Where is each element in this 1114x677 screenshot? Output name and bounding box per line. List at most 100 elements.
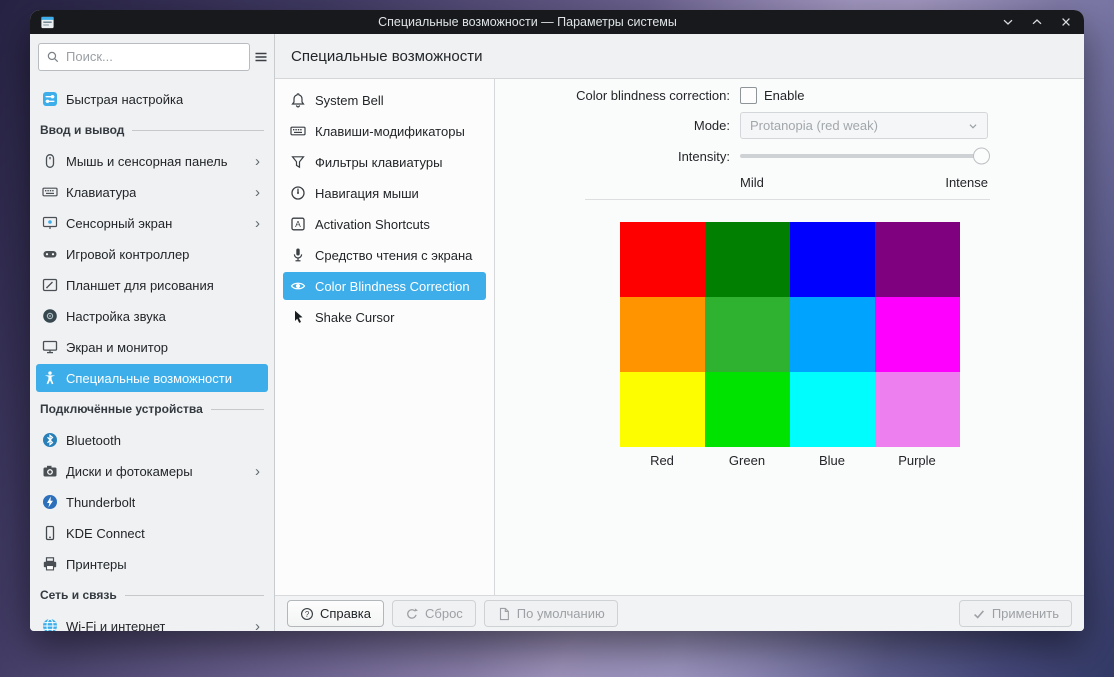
display-monitor-icon <box>42 339 58 355</box>
correction-label: Color blindness correction: <box>576 87 730 103</box>
page-title: Специальные возможности <box>275 34 1084 79</box>
sidebar-item-label: Диски и фотокамеры <box>66 463 193 479</box>
help-button[interactable]: ? Справка <box>287 600 384 627</box>
sidebar-item-label: Thunderbolt <box>66 494 136 510</box>
color-swatch <box>704 222 790 297</box>
wifi-internet-icon <box>42 618 58 631</box>
sidebar-item[interactable]: KDE Connect <box>36 519 268 547</box>
sidebar-item[interactable]: Принтеры <box>36 550 268 578</box>
search-box[interactable] <box>38 42 250 71</box>
camera-disks-icon <box>42 463 58 479</box>
sidebar-item[interactable]: Мышь и сенсорная панель › <box>36 147 268 175</box>
window-controls <box>1000 14 1074 30</box>
sidebar-item[interactable]: Bluetooth <box>36 426 268 454</box>
subnav-item[interactable]: System Bell <box>283 86 486 114</box>
sidebar-list: Быстрая настройка Ввод и вывод Мышь и сенс… <box>30 79 274 631</box>
sidebar-item-label: Быстрая настройка <box>66 91 184 107</box>
sidebar-item[interactable]: Wi-Fi и интернет › <box>36 612 268 631</box>
sidebar-section-label: Ввод и вывод <box>40 123 125 137</box>
sidebar-item[interactable]: Быстрая настройка <box>36 85 268 113</box>
window-minimize-icon[interactable] <box>1000 14 1016 30</box>
sidebar-item[interactable]: Планшет для рисования <box>36 271 268 299</box>
section-divider-line <box>124 594 264 596</box>
search-input[interactable] <box>66 49 242 64</box>
hamburger-menu-button[interactable] <box>253 43 269 71</box>
subnav-item-label: Навигация мыши <box>315 185 419 201</box>
mouse-icon <box>42 153 58 169</box>
color-swatch <box>874 297 960 372</box>
subnav-item[interactable]: Навигация мыши <box>283 179 486 207</box>
chevron-right-icon: › <box>255 183 260 201</box>
subnav-item[interactable]: Клавиши-модификаторы <box>283 117 486 145</box>
mode-select[interactable]: Protanopia (red weak) <box>740 112 988 139</box>
section-divider-line <box>132 129 264 131</box>
defaults-button-label: По умолчанию <box>516 606 605 621</box>
color-swatch <box>619 297 705 372</box>
sidebar-item[interactable]: Экран и монитор <box>36 333 268 361</box>
sidebar-item[interactable]: Сенсорный экран › <box>36 209 268 237</box>
intensity-slider[interactable] <box>740 146 990 166</box>
sidebar-item-label: Экран и монитор <box>66 339 169 355</box>
color-swatch <box>619 372 705 447</box>
sidebar-item[interactable]: Диски и фотокамеры › <box>36 457 268 485</box>
sidebar-item-label: Принтеры <box>66 556 127 572</box>
apply-button[interactable]: Применить <box>958 600 1072 627</box>
intensity-scale-labels: Mild Intense <box>740 173 988 191</box>
sidebar-item[interactable]: Настройка звука <box>36 302 268 330</box>
subnav-item-label: Фильтры клавиатуры <box>315 154 443 170</box>
reset-icon <box>405 607 419 621</box>
sidebar-item[interactable]: Клавиатура › <box>36 178 268 206</box>
color-swatch <box>874 372 960 447</box>
sidebar-item-label: Сенсорный экран <box>66 215 173 231</box>
separator-line <box>585 199 990 200</box>
search-icon <box>46 50 60 64</box>
sidebar-item-label: KDE Connect <box>66 525 145 541</box>
enable-label[interactable]: Enable <box>764 88 804 103</box>
window-maximize-icon[interactable] <box>1029 14 1045 30</box>
subnav-item[interactable]: A Activation Shortcuts <box>283 210 486 238</box>
enable-checkbox[interactable] <box>740 86 757 104</box>
window-close-icon[interactable] <box>1058 14 1074 30</box>
svg-text:A: A <box>295 219 301 229</box>
bell-icon <box>290 92 306 108</box>
sidebar-item-label: Игровой контроллер <box>66 246 190 262</box>
defaults-button[interactable]: По умолчанию <box>483 600 618 627</box>
color-swatch <box>789 372 875 447</box>
subcategory-list: System Bell Клавиши-модификаторы Фильтры к… <box>275 79 495 595</box>
activation-shortcuts-icon: A <box>290 216 306 232</box>
printer-icon <box>42 556 58 572</box>
chevron-right-icon: › <box>255 462 260 480</box>
footer-toolbar: ? Справка Сброс По умолчанию Применить <box>275 595 1084 631</box>
chevron-right-icon: › <box>255 214 260 232</box>
sidebar-item[interactable]: Thunderbolt <box>36 488 268 516</box>
slider-handle[interactable] <box>973 147 990 165</box>
sidebar-item-label: Wi-Fi и интернет <box>66 618 166 632</box>
sidebar-item[interactable]: Специальные возможности <box>36 364 268 392</box>
mouse-navigation-icon <box>290 185 306 201</box>
document-icon <box>497 607 511 621</box>
subnav-item[interactable]: Shake Cursor <box>283 303 486 331</box>
titlebar[interactable]: Специальные возможности — Параметры сист… <box>30 10 1084 34</box>
eye-icon <box>290 278 306 294</box>
subnav-item[interactable]: Color Blindness Correction <box>283 272 486 300</box>
sidebar-section-header: Сеть и связь <box>36 581 268 609</box>
color-swatch <box>789 297 875 372</box>
color-grid-labels: Red Green Blue Purple <box>620 453 960 468</box>
sidebar-item[interactable]: Игровой контроллер <box>36 240 268 268</box>
sidebar-section-label: Сеть и связь <box>40 588 117 602</box>
intensity-min-label: Mild <box>740 174 764 190</box>
sidebar-section-header: Подключённые устройства <box>36 395 268 423</box>
sidebar-item-label: Bluetooth <box>66 432 121 448</box>
sidebar-section-label: Подключённые устройства <box>40 402 203 416</box>
settings-form: Color blindness correction: Enable Mode:… <box>495 83 1084 191</box>
mode-selected-value: Protanopia (red weak) <box>750 118 878 133</box>
content-column: Специальные возможности System Bell Клави… <box>275 34 1084 631</box>
check-icon <box>972 607 986 621</box>
color-grid <box>619 222 960 447</box>
subnav-item-label: Средство чтения с экрана <box>315 247 473 263</box>
subnav-item[interactable]: Средство чтения с экрана <box>283 241 486 269</box>
bluetooth-icon <box>42 432 58 448</box>
subnav-item[interactable]: Фильтры клавиатуры <box>283 148 486 176</box>
reset-button[interactable]: Сброс <box>392 600 476 627</box>
mode-label: Mode: <box>693 118 730 133</box>
